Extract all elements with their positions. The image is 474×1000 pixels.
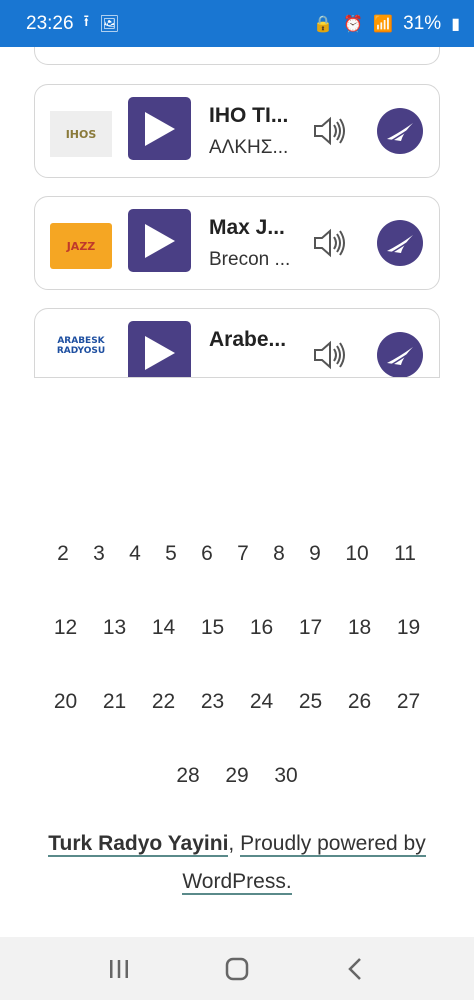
- page-link[interactable]: 24: [237, 690, 286, 714]
- page-link[interactable]: 4: [117, 542, 153, 566]
- station-logo: JAZZ: [50, 223, 112, 269]
- page-link[interactable]: 16: [237, 616, 286, 640]
- site-name-link[interactable]: Turk Radyo Yayini: [48, 832, 229, 857]
- page-link[interactable]: 10: [333, 542, 381, 566]
- share-icon: [387, 235, 414, 254]
- station-subtitle: Brecon ...: [209, 249, 291, 270]
- upload-icon: ⭱: [83, 13, 90, 30]
- lock-icon: 🔒: [313, 15, 334, 33]
- share-icon: [387, 347, 414, 366]
- page-link[interactable]: 7: [225, 542, 261, 566]
- logo-text: IHOS: [65, 127, 97, 141]
- share-button[interactable]: [377, 220, 423, 266]
- status-bar: 23:26 ⭱ 🖼 🔒 ⏰ 📶 31% ▮: [0, 0, 474, 47]
- station-title: IHO TI...: [209, 104, 289, 127]
- share-button[interactable]: [377, 332, 423, 377]
- page-link[interactable]: 26: [335, 690, 384, 714]
- page-link[interactable]: 6: [189, 542, 225, 566]
- page-link[interactable]: 12: [41, 616, 90, 640]
- recent-apps-icon: [110, 959, 128, 978]
- page-link[interactable]: 27: [384, 690, 433, 714]
- page-link[interactable]: 15: [188, 616, 237, 640]
- recent-apps-button[interactable]: [99, 949, 139, 989]
- home-icon: [225, 957, 249, 980]
- alarm-icon: ⏰: [343, 15, 364, 33]
- page-link[interactable]: 9: [297, 542, 333, 566]
- page-link[interactable]: 5: [153, 542, 189, 566]
- play-button[interactable]: [128, 321, 191, 377]
- play-icon: [144, 335, 175, 370]
- page-link[interactable]: 19: [384, 616, 433, 640]
- pagination: 2 3 4 5 6 7 8 9 10 11 12 13 14 15 16 17 …: [0, 517, 474, 813]
- back-button[interactable]: [335, 949, 375, 989]
- page-link[interactable]: 2: [45, 542, 81, 566]
- volume-icon[interactable]: [312, 113, 348, 149]
- page-link[interactable]: 18: [335, 616, 384, 640]
- page-link[interactable]: 21: [90, 690, 139, 714]
- page-link[interactable]: 20: [41, 690, 90, 714]
- battery-text: 31%: [403, 12, 442, 34]
- station-title: Arabe...: [209, 328, 287, 351]
- wifi-icon: 📶: [373, 15, 394, 33]
- station-title: Max J...: [209, 216, 285, 239]
- volume-icon[interactable]: [312, 225, 348, 261]
- page-link[interactable]: 3: [81, 542, 117, 566]
- pagination-row: 12 13 14 15 16 17 18 19: [0, 591, 474, 665]
- share-button[interactable]: [377, 108, 423, 154]
- page-link[interactable]: 28: [164, 764, 213, 788]
- battery-icon: ▮: [451, 15, 460, 33]
- play-icon: [144, 223, 175, 258]
- page-link[interactable]: 13: [90, 616, 139, 640]
- page-link[interactable]: 25: [286, 690, 335, 714]
- logo-text: JAZZ: [66, 239, 96, 253]
- play-button[interactable]: [128, 209, 191, 272]
- station-logo: ARABESK RADYOSU: [50, 323, 112, 369]
- previous-card-edge: [34, 47, 440, 65]
- page-link[interactable]: 29: [213, 764, 262, 788]
- site-footer: Turk Radyo Yayini, Proudly powered by Wo…: [0, 825, 474, 901]
- page-link[interactable]: 30: [262, 764, 311, 788]
- volume-icon[interactable]: [312, 337, 348, 373]
- page-link[interactable]: 23: [188, 690, 237, 714]
- pagination-row: 28 29 30: [0, 739, 474, 813]
- station-card[interactable]: JAZZ Max J... Brecon ...: [34, 196, 440, 290]
- footer-separator: ,: [228, 832, 235, 855]
- page-link[interactable]: 22: [139, 690, 188, 714]
- image-icon: 🖼: [99, 15, 120, 33]
- station-card[interactable]: IHOS IHO TI... ΑΛΚΗΣ...: [34, 84, 440, 178]
- play-icon: [144, 111, 175, 146]
- status-time: 23:26: [26, 12, 74, 34]
- page-content[interactable]: IHOS IHO TI... ΑΛΚΗΣ... JAZZ Max J... Br…: [0, 47, 474, 937]
- pagination-row: 20 21 22 23 24 25 26 27: [0, 665, 474, 739]
- station-card[interactable]: ARABESK RADYOSU Arabe...: [34, 308, 440, 378]
- page-link[interactable]: 11: [381, 542, 429, 566]
- home-button[interactable]: [217, 949, 257, 989]
- system-nav-bar: [0, 937, 474, 1000]
- pagination-row: 2 3 4 5 6 7 8 9 10 11: [0, 517, 474, 591]
- page-link[interactable]: 14: [139, 616, 188, 640]
- page-link[interactable]: 8: [261, 542, 297, 566]
- logo-text: ARABESK RADYOSU: [56, 336, 106, 356]
- station-logo: IHOS: [50, 111, 112, 157]
- station-subtitle: ΑΛΚΗΣ...: [209, 137, 289, 158]
- play-button[interactable]: [128, 97, 191, 160]
- page-link[interactable]: 17: [286, 616, 335, 640]
- share-icon: [387, 123, 414, 142]
- back-icon: [348, 957, 361, 980]
